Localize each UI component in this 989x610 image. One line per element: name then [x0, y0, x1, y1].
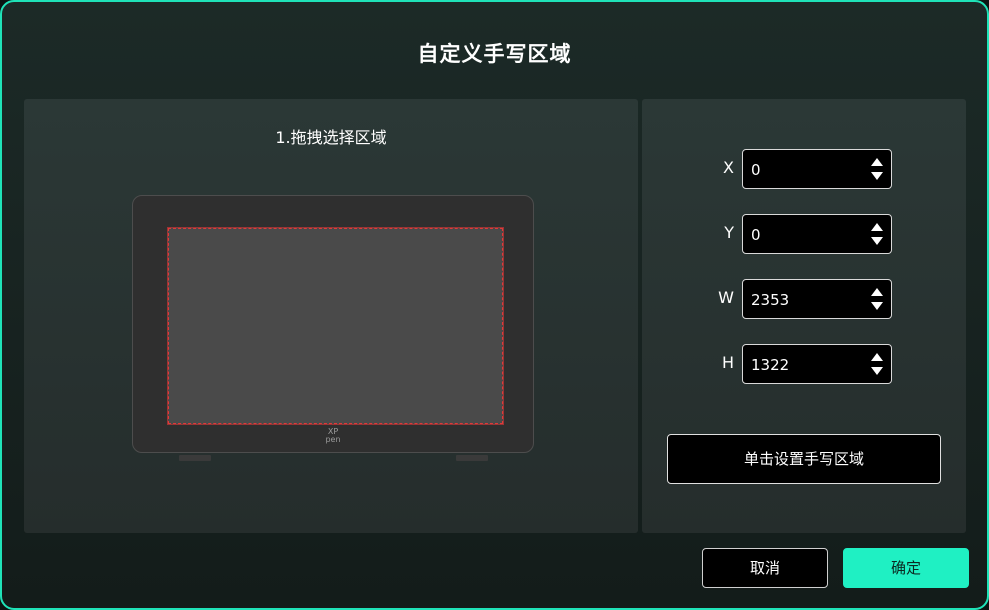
xppen-logo: XP pen — [325, 427, 341, 444]
y-value: 0 — [751, 226, 761, 244]
h-spinbox[interactable]: 1322 — [742, 344, 892, 384]
decrement-icon[interactable] — [871, 302, 883, 310]
h-label: H — [721, 353, 734, 372]
click-set-area-button[interactable]: 单击设置手写区域 — [667, 434, 941, 484]
decrement-icon[interactable] — [871, 237, 883, 245]
area-preview-panel: 1.拖拽选择区域 XP pen — [24, 99, 638, 533]
increment-icon[interactable] — [871, 223, 883, 231]
w-value: 2353 — [751, 291, 790, 309]
increment-icon[interactable] — [871, 353, 883, 361]
coordinates-panel: X 0 Y 0 W 2353 H 1322 单击设置手写区域 — [642, 99, 966, 533]
tablet-foot-right — [456, 455, 488, 461]
y-spinbox[interactable]: 0 — [742, 214, 892, 254]
w-spinbox[interactable]: 2353 — [742, 279, 892, 319]
y-spin-arrows[interactable] — [871, 221, 883, 247]
tablet-foot-left — [179, 455, 211, 461]
ok-button[interactable]: 确定 — [843, 548, 969, 588]
x-label: X — [723, 158, 734, 177]
decrement-icon[interactable] — [871, 172, 883, 180]
cancel-button[interactable]: 取消 — [702, 548, 828, 588]
decrement-icon[interactable] — [871, 367, 883, 375]
increment-icon[interactable] — [871, 158, 883, 166]
dialog-title: 自定义手写区域 — [417, 41, 572, 66]
h-value: 1322 — [751, 356, 790, 374]
y-label: Y — [724, 223, 734, 242]
w-spin-arrows[interactable] — [871, 286, 883, 312]
custom-handwriting-area-dialog: 自定义手写区域 1.拖拽选择区域 XP pen X 0 Y 0 W 2353 H… — [0, 0, 989, 610]
x-spinbox[interactable]: 0 — [742, 149, 892, 189]
drag-select-step-label: 1.拖拽选择区域 — [275, 128, 387, 147]
field-row-w: W 2353 — [642, 279, 966, 319]
handwriting-area-selection[interactable] — [167, 227, 504, 425]
w-label: W — [718, 288, 734, 307]
field-row-y: Y 0 — [642, 214, 966, 254]
field-row-x: X 0 — [642, 149, 966, 189]
tablet-illustration: XP pen — [132, 195, 534, 453]
increment-icon[interactable] — [871, 288, 883, 296]
h-spin-arrows[interactable] — [871, 351, 883, 377]
x-spin-arrows[interactable] — [871, 156, 883, 182]
field-row-h: H 1322 — [642, 344, 966, 384]
x-value: 0 — [751, 161, 761, 179]
